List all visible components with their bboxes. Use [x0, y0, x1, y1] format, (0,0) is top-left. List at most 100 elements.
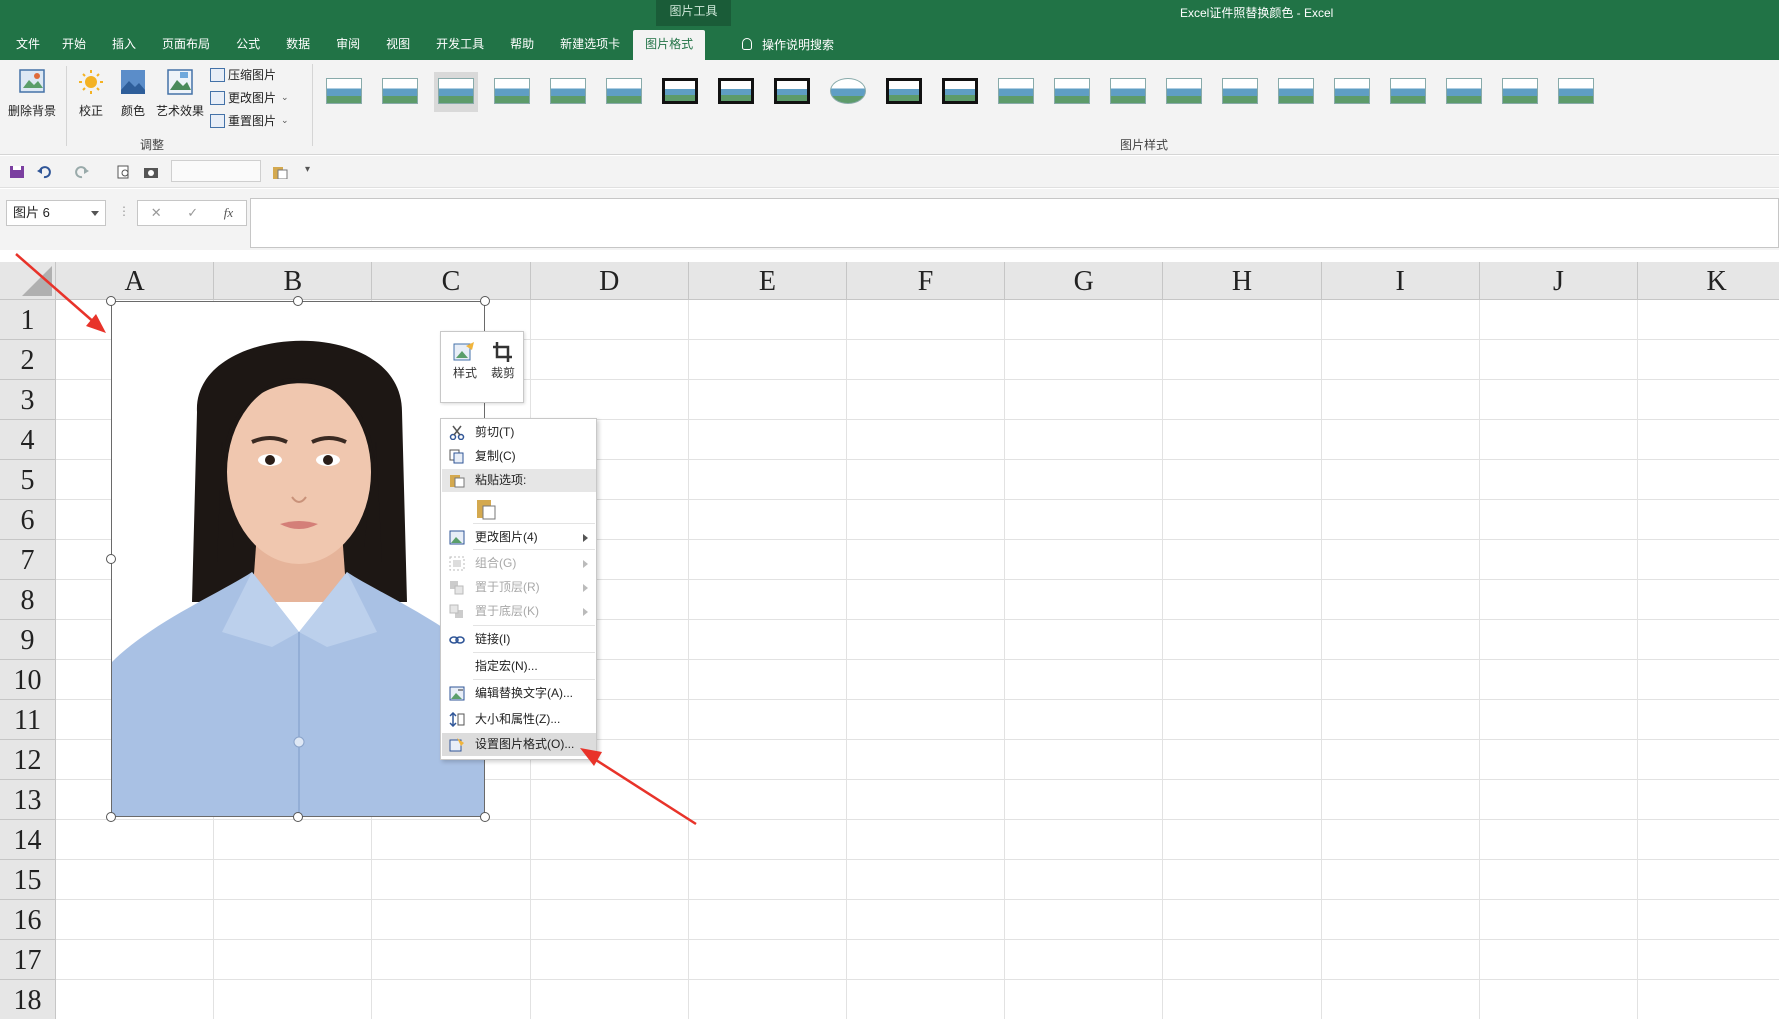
row-header-9[interactable]: 9 [0, 620, 56, 660]
row-header-4[interactable]: 4 [0, 420, 56, 460]
row-header-5[interactable]: 5 [0, 460, 56, 500]
column-header-e[interactable]: E [688, 262, 847, 300]
picture-style-thumb[interactable] [1554, 72, 1598, 112]
column-header-b[interactable]: B [214, 262, 373, 300]
row-header-15[interactable]: 15 [0, 860, 56, 900]
row-header-17[interactable]: 17 [0, 940, 56, 980]
remove-background-button[interactable]: 删除背景 [8, 68, 56, 119]
cancel-icon[interactable]: ✕ [151, 205, 162, 221]
resize-handle-top-left[interactable] [106, 296, 116, 306]
picture-style-thumb[interactable] [546, 72, 590, 112]
corrections-button[interactable]: 校正 [76, 68, 106, 119]
row-header-12[interactable]: 12 [0, 740, 56, 780]
paste-icon[interactable] [272, 165, 288, 179]
redo-icon[interactable] [74, 165, 90, 179]
id-photo-picture[interactable] [111, 301, 485, 817]
menu-item-assign-macro[interactable]: 指定宏(N)... [442, 655, 596, 678]
picture-style-thumb[interactable] [938, 72, 982, 112]
resize-handle-bottom-left[interactable] [106, 812, 116, 822]
resize-handle-bottom-right[interactable] [480, 812, 490, 822]
picture-style-thumb[interactable] [770, 72, 814, 112]
picture-style-thumb[interactable] [1050, 72, 1094, 112]
compress-pictures-button[interactable]: 压缩图片 [210, 66, 276, 83]
paste-option-picture-icon[interactable] [475, 497, 497, 521]
row-header-10[interactable]: 10 [0, 660, 56, 700]
tab-review[interactable]: 审阅 [323, 30, 373, 60]
menu-item-link[interactable]: 链接(I) [442, 628, 596, 651]
picture-style-thumb[interactable] [658, 72, 702, 112]
menu-item-cut[interactable]: 剪切(T) [442, 421, 596, 444]
row-header-16[interactable]: 16 [0, 900, 56, 940]
tab-insert[interactable]: 插入 [99, 30, 149, 60]
tab-formulas[interactable]: 公式 [223, 30, 273, 60]
picture-style-thumb[interactable] [434, 72, 478, 112]
tell-me-search[interactable]: 操作说明搜索 [742, 30, 834, 58]
picture-style-thumb[interactable] [826, 72, 870, 112]
font-size-combo[interactable] [171, 160, 261, 182]
tab-page-layout[interactable]: 页面布局 [149, 30, 223, 60]
resize-handle-bottom[interactable] [293, 812, 303, 822]
tab-view[interactable]: 视图 [373, 30, 423, 60]
tab-data[interactable]: 数据 [273, 30, 323, 60]
select-all-corner[interactable] [0, 262, 56, 300]
tab-help[interactable]: 帮助 [497, 30, 547, 60]
picture-style-thumb[interactable] [1442, 72, 1486, 112]
save-icon[interactable] [9, 165, 25, 179]
column-header-h[interactable]: H [1163, 262, 1322, 300]
artistic-effects-button[interactable]: 艺术效果 [156, 68, 204, 119]
picture-style-thumb[interactable] [882, 72, 926, 112]
insert-function-icon[interactable]: fx [224, 205, 233, 221]
picture-style-thumb[interactable] [1274, 72, 1318, 112]
camera-icon[interactable] [143, 165, 159, 179]
name-box[interactable]: 图片 6 [6, 200, 106, 226]
resize-handle-left[interactable] [106, 554, 116, 564]
column-header-g[interactable]: G [1005, 262, 1164, 300]
picture-style-thumb[interactable] [490, 72, 534, 112]
undo-icon[interactable] [36, 165, 52, 179]
tab-developer[interactable]: 开发工具 [423, 30, 497, 60]
resize-handle-top-right[interactable] [480, 296, 490, 306]
row-header-1[interactable]: 1 [0, 300, 56, 340]
picture-style-thumb[interactable] [1162, 72, 1206, 112]
customize-qat-icon[interactable]: ▾ [305, 164, 310, 175]
tab-new-tab[interactable]: 新建选项卡 [547, 30, 633, 60]
crop-button[interactable]: 裁剪 [485, 340, 521, 381]
resize-handle-top[interactable] [293, 296, 303, 306]
column-header-k[interactable]: K [1638, 262, 1779, 300]
picture-style-thumb[interactable] [1386, 72, 1430, 112]
menu-item-paste-options[interactable]: 粘贴选项: [442, 469, 596, 492]
row-header-11[interactable]: 11 [0, 700, 56, 740]
menu-item-change-picture[interactable]: 更改图片(4) [442, 526, 596, 549]
reset-picture-button[interactable]: 重置图片 ⌄ [210, 112, 289, 129]
column-header-f[interactable]: F [847, 262, 1006, 300]
row-header-3[interactable]: 3 [0, 380, 56, 420]
column-header-a[interactable]: A [56, 262, 215, 300]
picture-style-thumb[interactable] [1330, 72, 1374, 112]
column-header-c[interactable]: C [372, 262, 531, 300]
row-header-18[interactable]: 18 [0, 980, 56, 1019]
picture-style-thumb[interactable] [322, 72, 366, 112]
tab-picture-format[interactable]: 图片格式 [633, 30, 706, 60]
formula-input[interactable] [250, 198, 1779, 248]
tab-home[interactable]: 开始 [56, 30, 99, 60]
enter-icon[interactable]: ✓ [187, 205, 198, 221]
column-header-j[interactable]: J [1479, 262, 1638, 300]
column-header-d[interactable]: D [530, 262, 689, 300]
tab-file[interactable]: 文件 [0, 30, 56, 60]
row-header-2[interactable]: 2 [0, 340, 56, 380]
picture-style-thumb[interactable] [714, 72, 758, 112]
row-header-14[interactable]: 14 [0, 820, 56, 860]
picture-style-thumb[interactable] [378, 72, 422, 112]
row-header-6[interactable]: 6 [0, 500, 56, 540]
style-button[interactable]: 样式 [447, 340, 483, 381]
column-header-i[interactable]: I [1321, 262, 1480, 300]
menu-item-copy[interactable]: 复制(C) [442, 445, 596, 468]
menu-item-edit-alt-text[interactable]: 编辑替换文字(A)... [442, 682, 596, 705]
row-header-13[interactable]: 13 [0, 780, 56, 820]
color-button[interactable]: 颜色 [118, 68, 148, 119]
change-picture-button[interactable]: 更改图片 ⌄ [210, 89, 289, 106]
picture-style-thumb[interactable] [602, 72, 646, 112]
picture-style-thumb[interactable] [1218, 72, 1262, 112]
row-header-8[interactable]: 8 [0, 580, 56, 620]
menu-item-format-picture[interactable]: 设置图片格式(O)... [442, 733, 596, 756]
